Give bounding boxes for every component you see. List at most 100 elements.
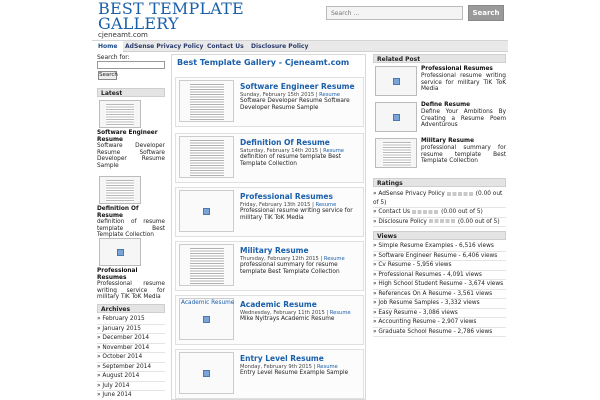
latest-item[interactable]: Definition Of Resume definition of resum… bbox=[97, 176, 165, 239]
sidebar-search-input[interactable] bbox=[97, 61, 165, 69]
latest-thumbnail[interactable] bbox=[99, 238, 141, 266]
latest-item-desc: Professional resume writing service for … bbox=[97, 281, 165, 300]
archive-link[interactable]: » October 2014 bbox=[97, 353, 165, 363]
views-link[interactable]: » High School Student Resume - 3,674 vie… bbox=[373, 280, 506, 290]
views-link[interactable]: » Software Engineer Resume - 6,406 views bbox=[373, 252, 506, 261]
broken-image-icon bbox=[203, 207, 210, 215]
archive-link[interactable]: » February 2015 bbox=[97, 315, 165, 325]
related-title[interactable]: Professional Resumes bbox=[421, 66, 493, 72]
document-preview-icon bbox=[190, 84, 224, 120]
related-title[interactable]: Define Resume bbox=[421, 102, 470, 108]
post-title[interactable]: Academic Resume bbox=[240, 300, 317, 309]
broken-image-icon bbox=[203, 315, 210, 323]
nav-item-adsense-privacy-policy[interactable]: AdSense Privacy Policy bbox=[119, 41, 209, 52]
site-title-line-2[interactable]: GALLERY bbox=[98, 16, 244, 32]
views-link[interactable]: » Accounting Resume - 2,907 views bbox=[373, 318, 506, 328]
related-item[interactable]: Define Resume Define Your Ambitions By C… bbox=[373, 102, 506, 136]
rating-row: » AdSense Privacy Policy (0.00 out of 5) bbox=[373, 190, 506, 208]
latest-item[interactable]: Software Engineer Resume Software Develo… bbox=[97, 100, 165, 169]
rating-link[interactable]: » AdSense Privacy Policy bbox=[373, 191, 445, 197]
related-title[interactable]: Military Resume bbox=[421, 138, 474, 144]
post-title[interactable]: Definition Of Resume bbox=[240, 138, 330, 147]
related-desc: professional summary for resume template… bbox=[421, 145, 506, 164]
archive-link[interactable]: » November 2014 bbox=[97, 344, 165, 353]
rating-link[interactable]: » Disclosure Policy bbox=[373, 219, 427, 225]
related-desc: Professional resume writing service for … bbox=[421, 73, 506, 92]
related-thumbnail[interactable] bbox=[375, 138, 417, 168]
views-link[interactable]: » Professional Resumes - 4,091 views bbox=[373, 271, 506, 280]
rating-score: (0.00 out of 5) bbox=[457, 218, 500, 225]
header-search-input[interactable] bbox=[326, 6, 463, 20]
post-thumbnail[interactable] bbox=[179, 80, 234, 122]
document-preview-icon bbox=[383, 142, 411, 166]
rating-row: » Contact Us (0.00 out of 5) bbox=[373, 208, 506, 218]
related-thumbnail[interactable] bbox=[375, 66, 417, 96]
archive-link[interactable]: » August 2014 bbox=[97, 372, 165, 382]
thumbnail-caption: Academic Resume bbox=[181, 300, 235, 306]
latest-item-desc: definition of resume template Best Templ… bbox=[97, 219, 165, 238]
views-link[interactable]: » Graduate School Resume - 2,786 views bbox=[373, 328, 506, 337]
search-label: Search for: bbox=[97, 54, 130, 61]
archive-link[interactable]: » January 2015 bbox=[97, 325, 165, 334]
latest-item[interactable]: Professional Resumes Professional resume… bbox=[97, 238, 165, 301]
archives-list: » February 2015 » January 2015 » Decembe… bbox=[97, 315, 165, 400]
rating-link[interactable]: » Contact Us bbox=[373, 209, 410, 215]
latest-item-title[interactable]: Software Engineer Resume bbox=[97, 130, 165, 143]
site-title[interactable]: BEST TEMPLATE GALLERY bbox=[98, 1, 244, 32]
rating-row: » Disclosure Policy (0.00 out of 5) bbox=[373, 218, 506, 227]
post-thumbnail[interactable] bbox=[179, 352, 234, 394]
post-title[interactable]: Entry Level Resume bbox=[240, 354, 324, 363]
archive-link[interactable]: » June 2014 bbox=[97, 391, 165, 400]
related-thumbnail[interactable] bbox=[375, 102, 417, 132]
latest-item-title[interactable]: Professional Resumes bbox=[97, 268, 165, 281]
post-thumbnail[interactable]: Academic Resume bbox=[179, 298, 234, 340]
post-desc: Software Developer Resume Software Devel… bbox=[240, 98, 350, 111]
post-title[interactable]: Military Resume bbox=[240, 246, 309, 255]
archive-link[interactable]: » July 2014 bbox=[97, 382, 165, 391]
site-subtitle: cjeneamt.com bbox=[98, 31, 148, 39]
related-heading: Related Post bbox=[373, 54, 506, 63]
page: BEST TEMPLATE GALLERY cjeneamt.com Searc… bbox=[0, 0, 600, 400]
archive-link[interactable]: » December 2014 bbox=[97, 334, 165, 344]
views-link[interactable]: » Cv Resume - 5,956 views bbox=[373, 261, 506, 271]
stars-icon[interactable] bbox=[412, 209, 440, 214]
sidebar-search-button[interactable]: Search bbox=[98, 71, 118, 80]
post-title[interactable]: Software Engineer Resume bbox=[240, 82, 355, 91]
views-link[interactable]: » References On A Resume - 3,561 views bbox=[373, 290, 506, 299]
stars-icon[interactable] bbox=[446, 191, 474, 196]
post-desc: Professional resume writing service for … bbox=[240, 208, 353, 221]
latest-heading: Latest bbox=[97, 88, 165, 97]
post-desc: definition of resume template Best Templ… bbox=[240, 154, 341, 167]
latest-item-desc: Software Developer Resume Software Devel… bbox=[97, 143, 165, 169]
document-preview-icon bbox=[190, 248, 224, 284]
related-item[interactable]: Professional Resumes Professional resume… bbox=[373, 66, 506, 100]
post-desc: professional summary for resume template… bbox=[240, 262, 340, 275]
header-search-button[interactable]: Search bbox=[468, 5, 504, 21]
rating-score: (0.00 out of 5) bbox=[441, 209, 483, 215]
post-thumbnail[interactable] bbox=[179, 190, 234, 232]
views-link[interactable]: » Simple Resume Examples - 6,516 views bbox=[373, 242, 506, 252]
ratings-heading: Ratings bbox=[373, 178, 506, 187]
views-link[interactable]: » Job Resume Samples - 3,332 views bbox=[373, 299, 506, 309]
post-item: Definition Of Resume Saturday, February … bbox=[175, 133, 364, 183]
nav-item-contact-us[interactable]: Contact Us bbox=[201, 41, 250, 52]
archive-link[interactable]: » September 2014 bbox=[97, 363, 165, 372]
broken-image-icon bbox=[392, 113, 400, 121]
post-desc: Mike Nyitrays Academic Resume bbox=[240, 316, 335, 322]
post-thumbnail[interactable] bbox=[179, 244, 234, 286]
stars-icon[interactable] bbox=[428, 219, 456, 223]
latest-thumbnail[interactable] bbox=[99, 100, 141, 128]
post-title[interactable]: Professional Resumes bbox=[240, 192, 333, 201]
related-item[interactable]: Military Resume professional summary for… bbox=[373, 138, 506, 172]
document-preview-icon bbox=[106, 104, 134, 126]
post-thumbnail[interactable] bbox=[179, 136, 234, 178]
latest-thumbnail[interactable] bbox=[99, 176, 141, 204]
views-link[interactable]: » Easy Resume - 3,086 views bbox=[373, 309, 506, 318]
nav-item-disclosure-policy[interactable]: Disclosure Policy bbox=[245, 41, 314, 52]
views-heading: Views bbox=[373, 231, 506, 240]
main-title[interactable]: Best Template Gallery - Cjeneamt.com bbox=[177, 58, 349, 67]
latest-item-title[interactable]: Definition Of Resume bbox=[97, 206, 165, 219]
archives-heading: Archives bbox=[97, 304, 165, 313]
broken-image-icon bbox=[392, 77, 400, 85]
post-item: Professional Resumes Friday, February 13… bbox=[175, 187, 364, 237]
